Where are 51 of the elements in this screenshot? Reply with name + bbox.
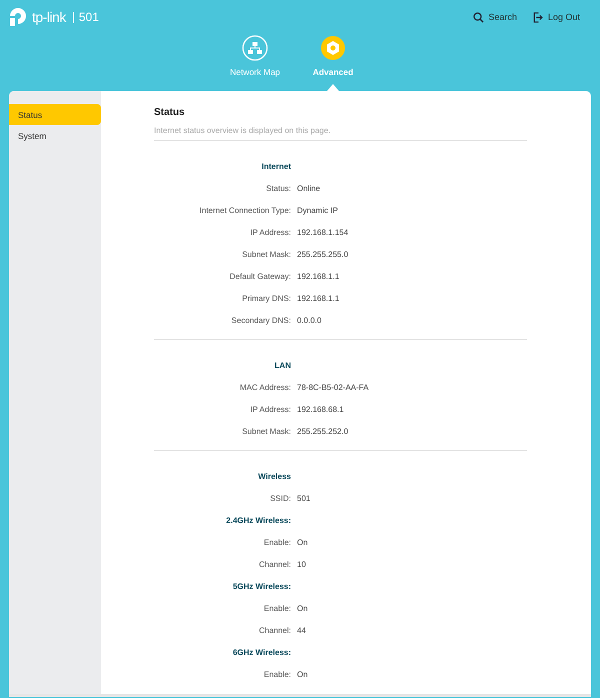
gear-icon xyxy=(320,35,346,61)
page-title: Status xyxy=(154,107,186,118)
field-value: On xyxy=(297,604,308,612)
field-value: On xyxy=(297,670,308,678)
search-icon xyxy=(473,12,484,22)
field-label: Channel: xyxy=(258,626,291,634)
field-value: 0.0.0.0 xyxy=(297,316,322,324)
field-value: 44 xyxy=(297,626,306,634)
logo-icon xyxy=(9,7,29,27)
sidebar-item[interactable]: Status xyxy=(9,104,101,125)
field-value: 255.255.255.0 xyxy=(297,250,348,258)
model-name: 501 xyxy=(72,12,99,22)
field-value: Online xyxy=(297,184,320,192)
field-label: Subnet Mask: xyxy=(241,250,291,258)
field-value: 10 xyxy=(297,560,306,568)
field-value: Dynamic IP xyxy=(297,206,338,214)
section-heading: Internet xyxy=(260,162,291,170)
field-value: 192.168.1.154 xyxy=(297,228,348,236)
sidebar-item[interactable]: System xyxy=(9,125,101,146)
field-label: Channel: xyxy=(258,560,291,568)
field-value: 192.168.1.1 xyxy=(297,272,340,280)
field-label: IP Address: xyxy=(249,228,291,236)
logout-link[interactable]: Log Out xyxy=(532,12,580,22)
field-label: Enable: xyxy=(262,538,291,546)
page-description: Internet status overview is displayed on this page. xyxy=(154,126,527,141)
section-heading: Wireless xyxy=(257,472,291,480)
field-label: Secondary DNS: xyxy=(230,316,291,324)
field-label: Default Gateway: xyxy=(228,272,291,280)
subsection-heading: 5GHz Wireless: xyxy=(232,582,291,590)
field-label: Status: xyxy=(265,184,291,192)
field-value: On xyxy=(297,538,308,546)
field-value: 192.168.68.1 xyxy=(297,404,344,414)
field-value: 192.168.1.1 xyxy=(297,294,340,302)
field-value: 78-8C-B5-02-AA-FA xyxy=(297,382,369,392)
field-label: SSID: xyxy=(269,494,291,502)
field-label: Enable: xyxy=(262,670,291,678)
logout-icon xyxy=(532,12,544,22)
subsection-heading: 2.4GHz Wireless: xyxy=(225,516,291,524)
subsection-heading: 6GHz Wireless: xyxy=(232,648,291,656)
search-link[interactable]: Search xyxy=(473,12,517,22)
section-heading: LAN xyxy=(274,360,291,370)
field-value: 255.255.252.0 xyxy=(297,426,348,436)
brand-name: tp-link xyxy=(32,9,66,25)
field-label: Internet Connection Type: xyxy=(198,206,291,214)
network-map-icon xyxy=(242,35,268,61)
field-value: 501 xyxy=(297,494,310,502)
field-label: IP Address: xyxy=(249,404,291,414)
field-label: Subnet Mask: xyxy=(241,426,291,436)
field-label: Primary DNS: xyxy=(241,294,291,302)
field-label: MAC Address: xyxy=(238,382,291,392)
field-label: Enable: xyxy=(262,604,291,612)
